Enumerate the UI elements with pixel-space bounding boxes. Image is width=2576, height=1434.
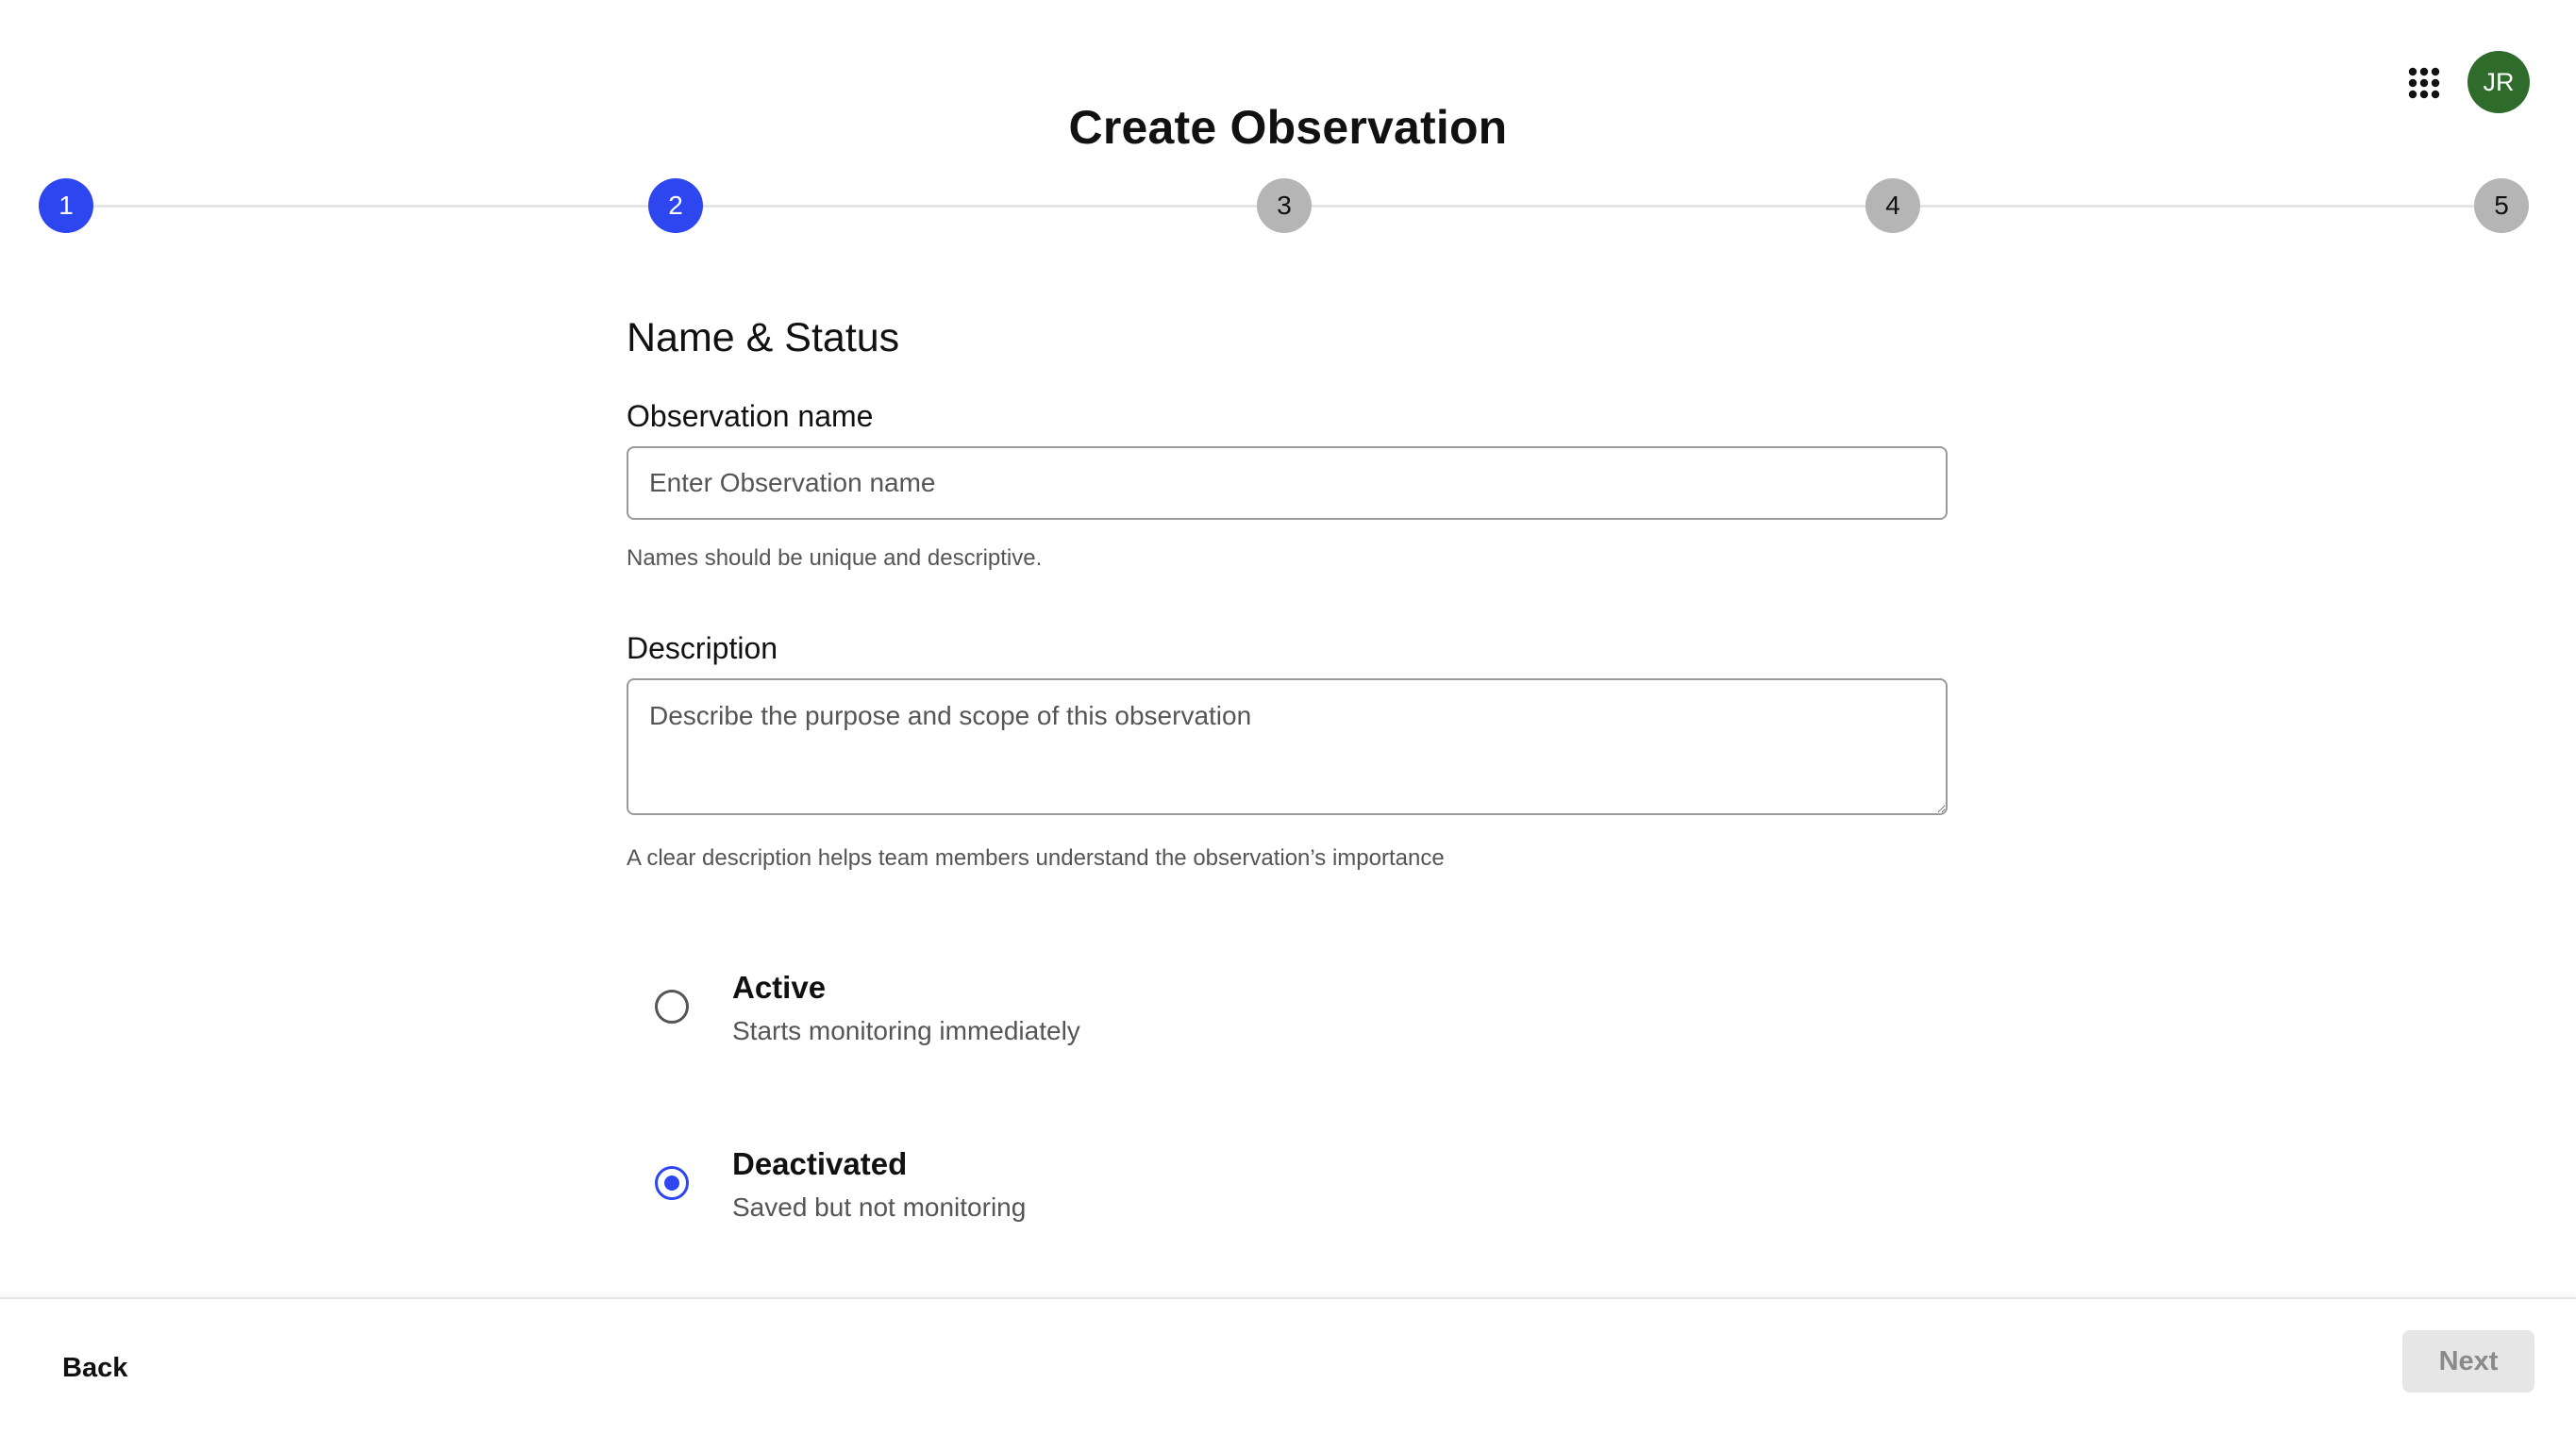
page-title: Create Observation bbox=[1068, 100, 1508, 154]
status-option-subtitle: Starts monitoring immediately bbox=[732, 1016, 1080, 1045]
observation-name-input[interactable] bbox=[627, 446, 1948, 520]
radio-deactivated[interactable] bbox=[655, 1166, 689, 1200]
radio-active[interactable] bbox=[655, 990, 689, 1024]
grid-icon[interactable] bbox=[2408, 67, 2440, 99]
observation-name-label: Observation name bbox=[627, 399, 874, 433]
description-label: Description bbox=[627, 631, 778, 665]
footer-bar: Back Next bbox=[0, 1297, 2576, 1434]
status-option-title: Active bbox=[732, 970, 827, 1005]
step-5[interactable]: 5 bbox=[2474, 178, 2529, 233]
step-4[interactable]: 4 bbox=[1865, 178, 1920, 233]
back-button[interactable]: Back bbox=[38, 1335, 152, 1401]
step-1[interactable]: 1 bbox=[39, 178, 93, 233]
step-3[interactable]: 3 bbox=[1257, 178, 1312, 233]
section-title: Name & Status bbox=[627, 315, 900, 360]
description-help: A clear description helps team members u… bbox=[627, 845, 1445, 871]
status-option-subtitle: Saved but not monitoring bbox=[732, 1192, 1027, 1222]
status-option-deactivated[interactable]: Deactivated Saved but not monitoring bbox=[627, 1134, 1948, 1238]
status-option-title: Deactivated bbox=[732, 1146, 908, 1181]
description-textarea[interactable] bbox=[627, 678, 1948, 815]
observation-name-help: Names should be unique and descriptive. bbox=[627, 545, 1043, 571]
next-button[interactable]: Next bbox=[2402, 1330, 2534, 1392]
avatar[interactable]: JR bbox=[2467, 51, 2530, 113]
status-option-active[interactable]: Active Starts monitoring immediately bbox=[627, 958, 1948, 1061]
step-2[interactable]: 2 bbox=[648, 178, 703, 233]
